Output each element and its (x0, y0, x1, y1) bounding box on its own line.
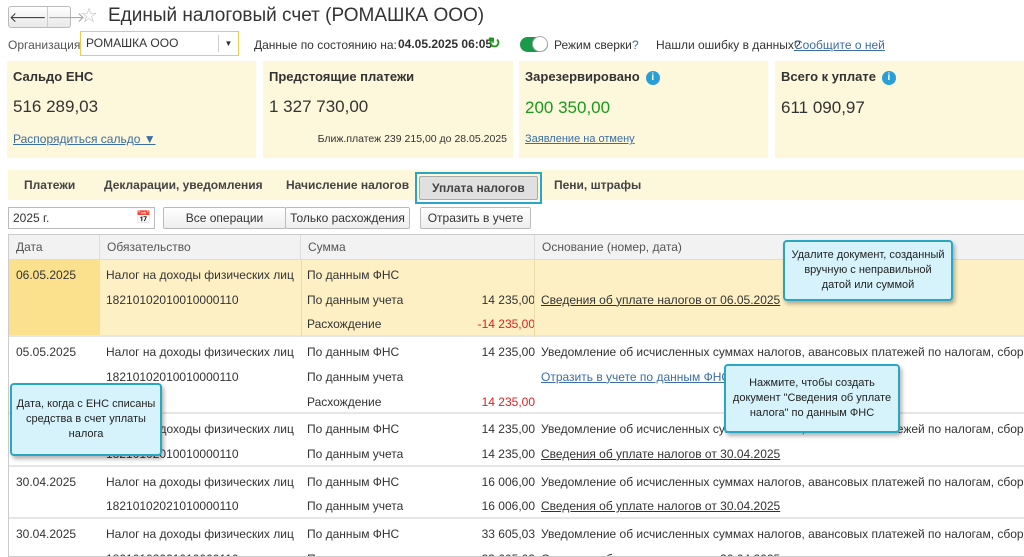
next-payment-note: Ближ.платеж 239 215,00 до 28.05.2025 (317, 133, 507, 145)
basis-text: Уведомление об исчисленных суммах налого… (541, 345, 1024, 360)
col-obligation[interactable]: Обязательство (100, 235, 301, 260)
document-link[interactable]: Сведения об уплате налогов от 30.04.2025 (541, 494, 780, 518)
tab-accruals[interactable]: Начисление налогов (286, 178, 409, 192)
table-row[interactable]: 30.04.2025 Налог на доходы физических лиц… (9, 470, 1024, 494)
document-link[interactable]: Сведения об уплате налогов от 06.05.2025 (541, 288, 780, 312)
chevron-down-icon[interactable]: ▼ (218, 35, 238, 52)
table-row[interactable]: 18210102021010000110 По данным учета 33 60… (9, 547, 1024, 556)
amount-type: По данным учета (307, 547, 403, 556)
card-value: 200 350,00 (525, 98, 611, 117)
page-title: Единый налоговый счет (РОМАШКА ООО) (108, 5, 485, 26)
error-question: Нашли ошибку в данных? (656, 38, 801, 52)
data-date: 04.05.2025 06:05 (398, 37, 493, 51)
help-icon[interactable]: ? (632, 38, 639, 52)
card-title: Всего к уплате i (781, 69, 1018, 85)
amount-value: 14 235,00 (481, 422, 535, 437)
tab-declarations[interactable]: Декларации, уведомления (104, 178, 263, 192)
tabs-bar: Платежи Декларации, уведомления Начислен… (8, 170, 1024, 204)
tax-name: Налог на доходы физических лиц (106, 345, 294, 360)
card-saldo: Сальдо ЕНС 516 289,03 Распорядиться саль… (7, 61, 256, 158)
data-label: Данные по состоянию на: (254, 38, 397, 52)
col-amount[interactable]: Сумма (301, 235, 535, 260)
tax-name: Налог на доходы физических лиц (106, 527, 294, 541)
operation-date: 06.05.2025 (16, 268, 77, 282)
card-title-text: Всего к уплате (781, 69, 876, 84)
callout-create: Нажмите, чтобы создать документ "Сведени… (724, 364, 900, 433)
card-total: Всего к уплате i 611 090,97 (775, 61, 1024, 158)
operation-date: 30.04.2025 (16, 527, 77, 541)
callout-date: Дата, когда с ЕНС списаны средства в сче… (10, 383, 162, 456)
tab-tax-payment[interactable]: Уплата налогов (415, 172, 542, 204)
amount-type: По данным учета (307, 446, 404, 461)
reflect-button[interactable]: Отразить в учете (420, 207, 531, 229)
document-link[interactable]: Сведения об уплате налогов от 30.04.2025 (541, 547, 780, 556)
operation-date: 30.04.2025 (16, 474, 77, 489)
table-row[interactable]: 30.04.2025 Налог на доходы физических лиц… (9, 522, 1024, 546)
info-icon[interactable]: i (881, 71, 896, 85)
tax-name: Налог на доходы физических лиц (106, 268, 294, 282)
col-date[interactable]: Дата операции (9, 235, 100, 279)
info-icon[interactable]: i (645, 71, 660, 85)
tab-label: Уплата налогов (419, 176, 538, 200)
amount-value: 33 605,03 (482, 547, 535, 556)
tax-name: Налог на доходы физических лиц (106, 474, 294, 489)
nav-buttons: 🡐 🡒 (8, 6, 85, 28)
basis-text: Уведомление об исчисленных суммах налого… (541, 474, 1024, 489)
kbk-code: 18210102021010000110 (106, 499, 239, 514)
amount-type: По данным учета (307, 369, 404, 384)
calendar-icon[interactable]: 📅 (136, 210, 151, 224)
amount-value: 14 235,00 (481, 394, 535, 409)
card-value: 611 090,97 (781, 98, 865, 117)
year-value: 2025 г. (13, 211, 50, 225)
card-value: 516 289,03 (13, 97, 99, 116)
card-title-text: Зарезервировано (525, 69, 640, 84)
table-row[interactable]: 05.05.2025 Налог на доходы физических лиц… (9, 340, 1024, 364)
kbk-code: 18210102010010000110 (106, 292, 239, 307)
amount-value: 33 605,03 (481, 527, 535, 541)
mode-label: Режим сверки (554, 38, 632, 52)
reflect-link[interactable]: Отразить в учете по данным ФНС (541, 365, 730, 389)
org-value: РОМАШКА ООО (86, 36, 179, 50)
mode-toggle[interactable] (520, 36, 548, 52)
report-error-link[interactable]: Сообщите о ней (794, 38, 885, 52)
tab-payments[interactable]: Платежи (24, 178, 75, 192)
dispose-saldo-link[interactable]: Распорядиться сальдо ▼ (13, 132, 250, 146)
amount-value: 14 235,00 (481, 446, 535, 461)
cell-borders (301, 260, 535, 338)
amount-type: По данным ФНС (307, 527, 400, 541)
year-field[interactable]: 2025 г. 📅 (8, 207, 155, 229)
org-label: Организация: (8, 38, 84, 52)
card-upcoming: Предстоящие платежи 1 327 730,00 Ближ.пл… (263, 61, 513, 158)
amount-type: По данным ФНС (307, 474, 400, 489)
table-row[interactable]: 18210102021010000110 По данным учета 16 00… (9, 494, 1024, 518)
amount-value: 16 006,00 (481, 474, 535, 489)
star-icon[interactable]: ☆ (80, 3, 98, 28)
all-operations-button[interactable]: Все операции (163, 207, 286, 229)
callout-delete: Удалите документ, созданный вручную с не… (783, 240, 953, 301)
card-title: Сальдо ЕНС (13, 69, 94, 84)
back-button[interactable]: 🡐 (9, 7, 48, 27)
operation-date: 05.05.2025 (16, 345, 77, 360)
basis-text: Уведомление об исчисленных суммах налого… (541, 527, 1024, 541)
amount-value: 14 235,00 (481, 345, 535, 360)
cancel-application-link[interactable]: Заявление на отмену (525, 133, 762, 145)
refresh-icon[interactable]: ↻ (488, 34, 501, 52)
card-value: 1 327 730,00 (269, 97, 369, 116)
amount-type: По данным учета (307, 499, 404, 514)
document-link[interactable]: Сведения об уплате налогов от 30.04.2025 (541, 442, 780, 466)
only-differences-button[interactable]: Только расхождения (285, 207, 410, 229)
amount-value: 16 006,00 (481, 499, 535, 514)
card-reserved: Зарезервировано i 200 350,00 Заявление на… (519, 61, 768, 158)
card-title: Зарезервировано i (525, 69, 762, 85)
amount-type: По данным ФНС (307, 345, 400, 360)
org-select[interactable]: РОМАШКА ООО ▼ (80, 31, 239, 56)
card-title: Предстоящие платежи (269, 69, 415, 84)
kbk-code: 18210102021010000110 (106, 547, 239, 556)
amount-type: Расхождение (307, 394, 382, 409)
amount-type: По данным ФНС (307, 422, 400, 437)
tab-penalties[interactable]: Пени, штрафы (554, 178, 641, 192)
